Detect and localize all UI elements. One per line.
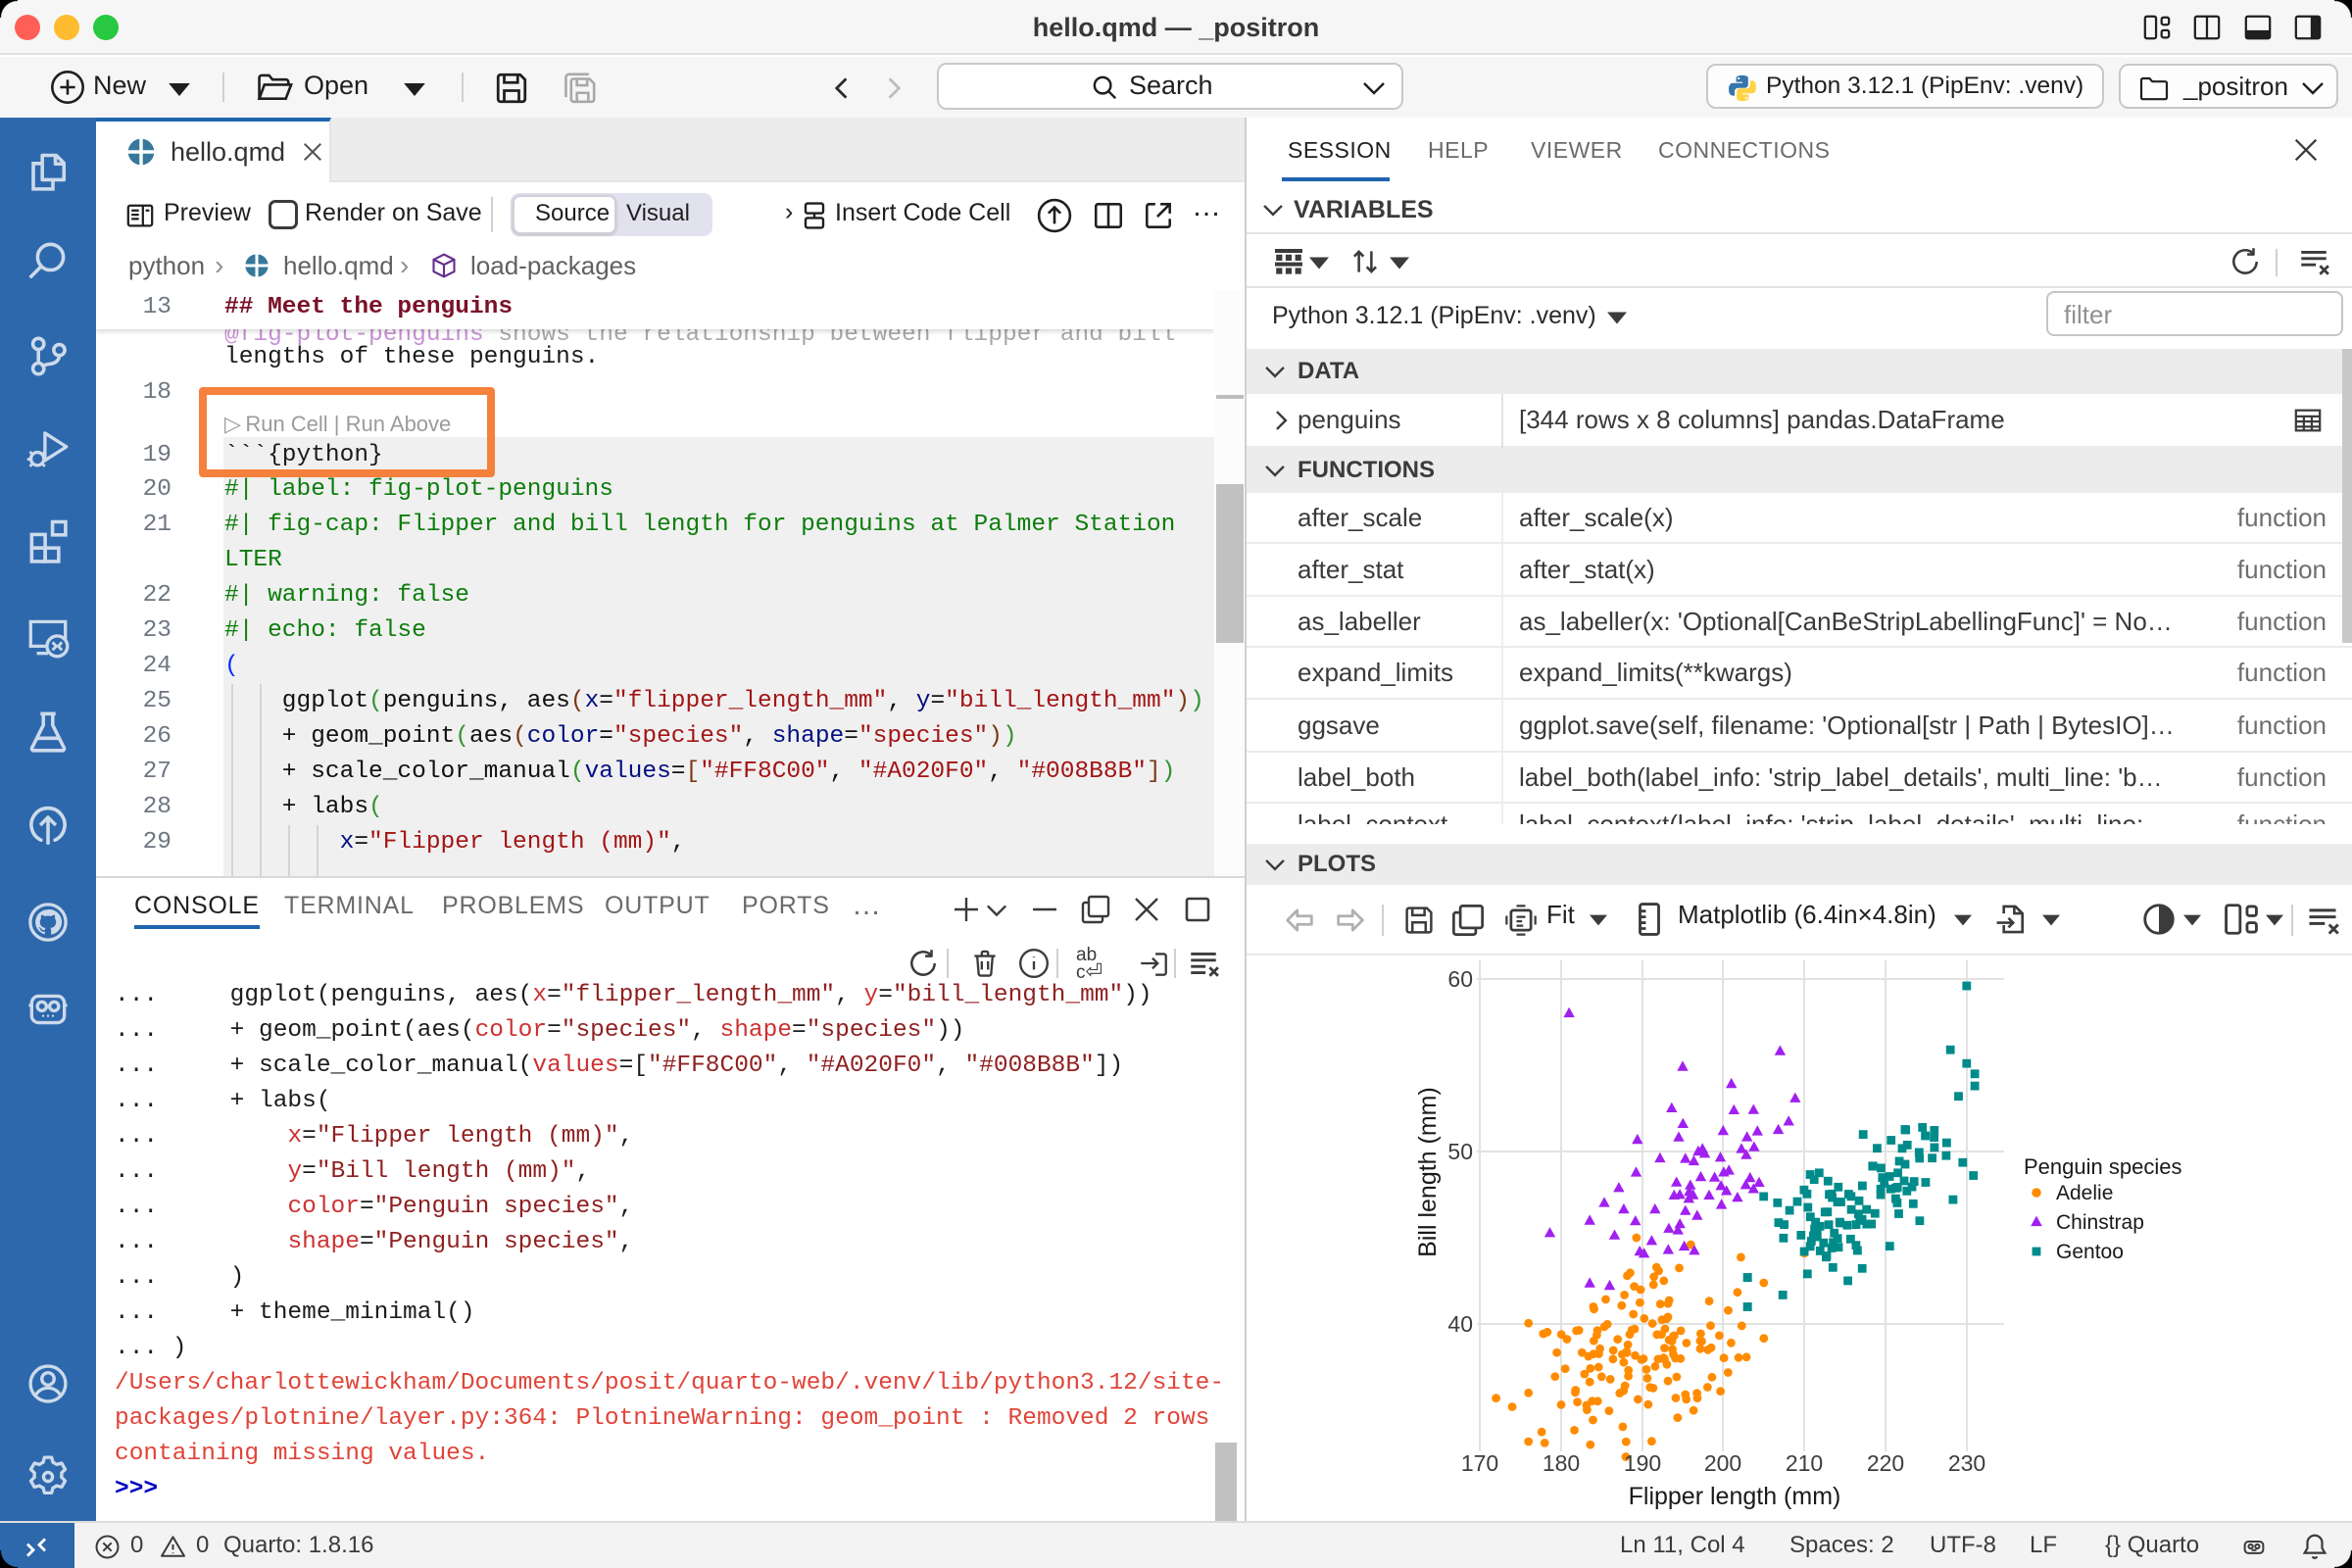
svg-text:210: 210	[1786, 1450, 1823, 1476]
svg-text:230: 230	[1948, 1450, 1985, 1476]
svg-text:Penguin species: Penguin species	[2024, 1154, 2181, 1179]
svg-text:170: 170	[1461, 1450, 1498, 1476]
svg-text:Chinstrap: Chinstrap	[2056, 1211, 2144, 1234]
svg-text:Gentoo: Gentoo	[2056, 1241, 2124, 1263]
svg-text:Adelie: Adelie	[2056, 1182, 2113, 1204]
svg-text:60: 60	[1447, 966, 1473, 992]
svg-text:Flipper length (mm): Flipper length (mm)	[1629, 1483, 1841, 1510]
svg-text:190: 190	[1624, 1450, 1661, 1476]
svg-text:50: 50	[1447, 1139, 1473, 1164]
svg-text:200: 200	[1704, 1450, 1741, 1476]
svg-text:180: 180	[1543, 1450, 1580, 1476]
svg-text:Bill length (mm): Bill length (mm)	[1414, 1087, 1442, 1257]
svg-text:220: 220	[1867, 1450, 1904, 1476]
svg-text:40: 40	[1447, 1311, 1473, 1337]
